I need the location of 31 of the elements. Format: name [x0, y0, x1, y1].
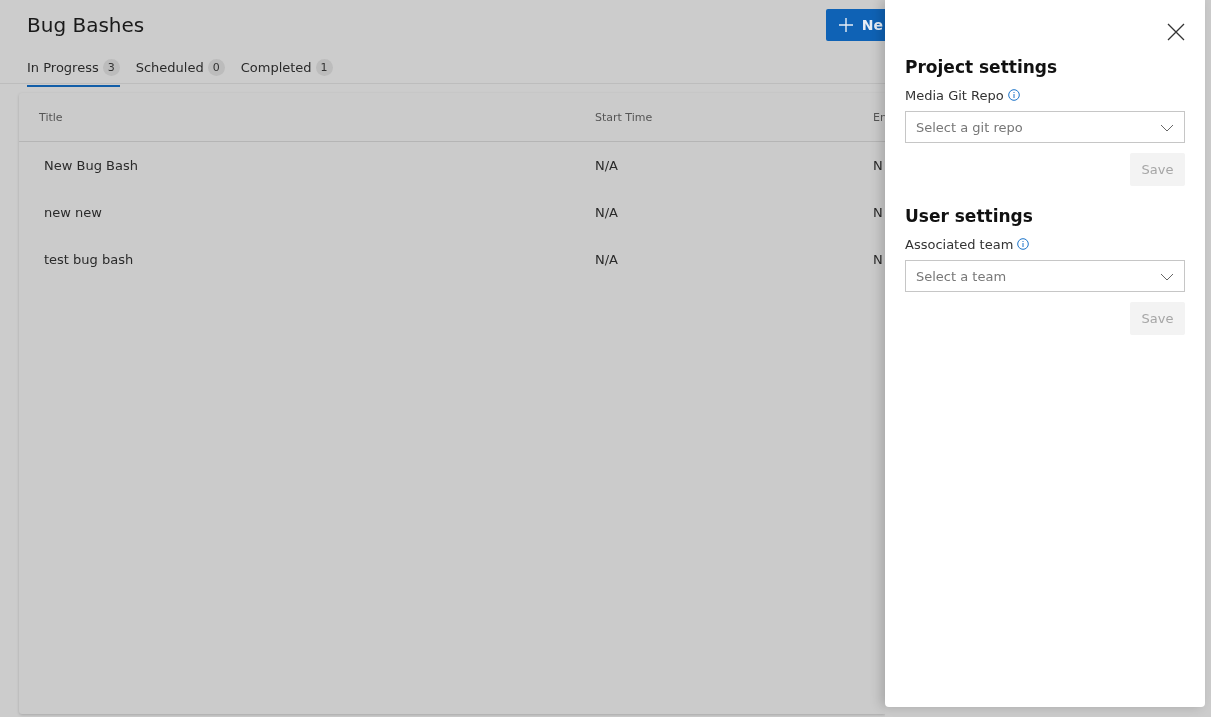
table-cell-text: New Bug Bash [43, 158, 139, 173]
table-cell-text: test bug bash [43, 252, 135, 267]
info-icon[interactable] [1007, 89, 1020, 101]
page-title: Bug Bashes [27, 13, 146, 37]
table-cell-text: N [873, 205, 884, 220]
table-cell-text: N [873, 252, 884, 267]
field-label: Media Git Repo [905, 88, 1004, 103]
count-badge: 3 [102, 59, 120, 76]
table-cell-text: new new [43, 205, 103, 220]
table-cell-text: N [873, 158, 884, 173]
count-badge: 0 [207, 59, 225, 76]
dropdown-field[interactable]: Select a team [905, 260, 1185, 292]
new-button[interactable]: Ne [825, 9, 885, 41]
section-heading: Project settings [905, 57, 1059, 77]
table-cell-text: N/A [595, 158, 619, 173]
column-header: Start Time [595, 110, 654, 124]
tab[interactable]: In Progress 3 [27, 58, 120, 87]
chevron-down-icon [1160, 123, 1174, 132]
field-label: Associated team [905, 237, 1014, 252]
tab[interactable]: Completed 1 [240, 58, 333, 87]
section-heading: User settings [905, 206, 1034, 226]
tab[interactable]: Scheduled 0 [135, 58, 225, 87]
column-header: Title [39, 110, 64, 124]
table-cell-text: N/A [595, 205, 619, 220]
dropdown-field[interactable]: Select a git repo [905, 111, 1185, 143]
count-badge: 1 [315, 59, 333, 76]
table-cell-text: N/A [595, 252, 619, 267]
plus-icon [837, 17, 854, 33]
info-icon[interactable] [1017, 238, 1030, 250]
chevron-down-icon [1160, 272, 1174, 281]
close-icon[interactable] [1167, 23, 1185, 41]
